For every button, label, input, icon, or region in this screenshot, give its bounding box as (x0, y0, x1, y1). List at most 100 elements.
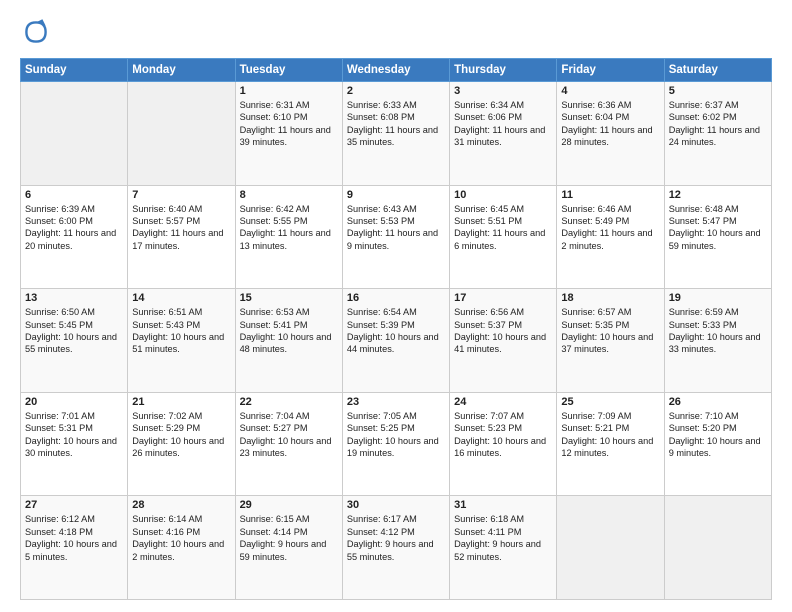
cell-content: Sunrise: 6:51 AMSunset: 5:43 PMDaylight:… (132, 306, 230, 356)
day-number: 13 (25, 292, 123, 304)
cell-content: Sunrise: 6:33 AMSunset: 6:08 PMDaylight:… (347, 99, 445, 149)
calendar-cell: 3 Sunrise: 6:34 AMSunset: 6:06 PMDaylight… (450, 82, 557, 186)
day-number: 9 (347, 189, 445, 201)
cell-content: Sunrise: 6:37 AMSunset: 6:02 PMDaylight:… (669, 99, 767, 149)
calendar-cell (664, 496, 771, 600)
calendar-cell: 30 Sunrise: 6:17 AMSunset: 4:12 PMDayligh… (342, 496, 449, 600)
logo (20, 16, 56, 48)
calendar-cell: 22 Sunrise: 7:04 AMSunset: 5:27 PMDayligh… (235, 392, 342, 496)
calendar-cell: 29Sunrise: 6:15 AMSunset: 4:14 PMDayligh… (235, 496, 342, 600)
calendar-cell: 14 Sunrise: 6:51 AMSunset: 5:43 PMDayligh… (128, 289, 235, 393)
week-row-1: 1 Sunrise: 6:31 AMSunset: 6:10 PMDaylight… (21, 82, 772, 186)
cell-content: Sunrise: 6:14 AMSunset: 4:16 PMDaylight:… (132, 513, 230, 563)
calendar-cell: 28 Sunrise: 6:14 AMSunset: 4:16 PMDayligh… (128, 496, 235, 600)
day-number: 21 (132, 396, 230, 408)
cell-content: Sunrise: 6:59 AMSunset: 5:33 PMDaylight:… (669, 306, 767, 356)
calendar-cell: 15Sunrise: 6:53 AMSunset: 5:41 PMDayligh… (235, 289, 342, 393)
day-number: 20 (25, 396, 123, 408)
header (20, 16, 772, 48)
calendar-cell: 18Sunrise: 6:57 AMSunset: 5:35 PMDayligh… (557, 289, 664, 393)
calendar-cell: 26 Sunrise: 7:10 AMSunset: 5:20 PMDayligh… (664, 392, 771, 496)
cell-content: Sunrise: 7:02 AMSunset: 5:29 PMDaylight:… (132, 410, 230, 460)
cell-content: Sunrise: 6:39 AMSunset: 6:00 PMDaylight:… (25, 203, 123, 253)
calendar-cell: 17Sunrise: 6:56 AMSunset: 5:37 PMDayligh… (450, 289, 557, 393)
calendar-cell: 1 Sunrise: 6:31 AMSunset: 6:10 PMDaylight… (235, 82, 342, 186)
day-number: 14 (132, 292, 230, 304)
cell-content: Sunrise: 6:12 AMSunset: 4:18 PMDaylight:… (25, 513, 123, 563)
cell-content: Sunrise: 6:56 AMSunset: 5:37 PMDaylight:… (454, 306, 552, 356)
cell-content: Sunrise: 7:10 AMSunset: 5:20 PMDaylight:… (669, 410, 767, 460)
day-number: 4 (561, 85, 659, 97)
cell-content: Sunrise: 6:34 AMSunset: 6:06 PMDaylight:… (454, 99, 552, 149)
day-number: 26 (669, 396, 767, 408)
cell-content: Sunrise: 7:07 AMSunset: 5:23 PMDaylight:… (454, 410, 552, 460)
week-row-3: 13 Sunrise: 6:50 AMSunset: 5:45 PMDayligh… (21, 289, 772, 393)
weekday-header-wednesday: Wednesday (342, 59, 449, 82)
cell-content: Sunrise: 7:09 AMSunset: 5:21 PMDaylight:… (561, 410, 659, 460)
calendar-cell: 11 Sunrise: 6:46 AMSunset: 5:49 PMDayligh… (557, 185, 664, 289)
calendar-cell: 19 Sunrise: 6:59 AMSunset: 5:33 PMDayligh… (664, 289, 771, 393)
cell-content: Sunrise: 6:43 AMSunset: 5:53 PMDaylight:… (347, 203, 445, 253)
cell-content: Sunrise: 6:31 AMSunset: 6:10 PMDaylight:… (240, 99, 338, 149)
cell-content: Sunrise: 6:36 AMSunset: 6:04 PMDaylight:… (561, 99, 659, 149)
week-row-2: 6Sunrise: 6:39 AMSunset: 6:00 PMDaylight… (21, 185, 772, 289)
calendar-cell: 16 Sunrise: 6:54 AMSunset: 5:39 PMDayligh… (342, 289, 449, 393)
calendar-cell: 10 Sunrise: 6:45 AMSunset: 5:51 PMDayligh… (450, 185, 557, 289)
calendar-cell: 7 Sunrise: 6:40 AMSunset: 5:57 PMDaylight… (128, 185, 235, 289)
calendar-cell: 5 Sunrise: 6:37 AMSunset: 6:02 PMDaylight… (664, 82, 771, 186)
day-number: 24 (454, 396, 552, 408)
day-number: 25 (561, 396, 659, 408)
week-row-4: 20 Sunrise: 7:01 AMSunset: 5:31 PMDayligh… (21, 392, 772, 496)
calendar-cell: 20 Sunrise: 7:01 AMSunset: 5:31 PMDayligh… (21, 392, 128, 496)
cell-content: Sunrise: 6:45 AMSunset: 5:51 PMDaylight:… (454, 203, 552, 253)
calendar-cell: 6Sunrise: 6:39 AMSunset: 6:00 PMDaylight… (21, 185, 128, 289)
calendar-cell: 9 Sunrise: 6:43 AMSunset: 5:53 PMDaylight… (342, 185, 449, 289)
calendar-cell (557, 496, 664, 600)
day-number: 12 (669, 189, 767, 201)
day-number: 18 (561, 292, 659, 304)
cell-content: Sunrise: 6:17 AMSunset: 4:12 PMDaylight:… (347, 513, 445, 563)
day-number: 31 (454, 499, 552, 511)
calendar-cell: 8Sunrise: 6:42 AMSunset: 5:55 PMDaylight… (235, 185, 342, 289)
day-number: 3 (454, 85, 552, 97)
cell-content: Sunrise: 6:46 AMSunset: 5:49 PMDaylight:… (561, 203, 659, 253)
cell-content: Sunrise: 6:54 AMSunset: 5:39 PMDaylight:… (347, 306, 445, 356)
day-number: 5 (669, 85, 767, 97)
weekday-header-sunday: Sunday (21, 59, 128, 82)
logo-icon (20, 16, 52, 48)
day-number: 29 (240, 499, 338, 511)
cell-content: Sunrise: 6:42 AMSunset: 5:55 PMDaylight:… (240, 203, 338, 253)
day-number: 30 (347, 499, 445, 511)
day-number: 16 (347, 292, 445, 304)
calendar-cell: 13 Sunrise: 6:50 AMSunset: 5:45 PMDayligh… (21, 289, 128, 393)
day-number: 22 (240, 396, 338, 408)
cell-content: Sunrise: 6:50 AMSunset: 5:45 PMDaylight:… (25, 306, 123, 356)
cell-content: Sunrise: 7:04 AMSunset: 5:27 PMDaylight:… (240, 410, 338, 460)
calendar-cell: 21 Sunrise: 7:02 AMSunset: 5:29 PMDayligh… (128, 392, 235, 496)
day-number: 23 (347, 396, 445, 408)
day-number: 10 (454, 189, 552, 201)
calendar-cell: 4 Sunrise: 6:36 AMSunset: 6:04 PMDaylight… (557, 82, 664, 186)
week-row-5: 27 Sunrise: 6:12 AMSunset: 4:18 PMDayligh… (21, 496, 772, 600)
page: SundayMondayTuesdayWednesdayThursdayFrid… (0, 0, 792, 612)
calendar-cell: 2 Sunrise: 6:33 AMSunset: 6:08 PMDaylight… (342, 82, 449, 186)
day-number: 7 (132, 189, 230, 201)
cell-content: Sunrise: 7:05 AMSunset: 5:25 PMDaylight:… (347, 410, 445, 460)
cell-content: Sunrise: 7:01 AMSunset: 5:31 PMDaylight:… (25, 410, 123, 460)
cell-content: Sunrise: 6:40 AMSunset: 5:57 PMDaylight:… (132, 203, 230, 253)
day-number: 11 (561, 189, 659, 201)
day-number: 1 (240, 85, 338, 97)
weekday-header-saturday: Saturday (664, 59, 771, 82)
day-number: 19 (669, 292, 767, 304)
calendar-cell: 27 Sunrise: 6:12 AMSunset: 4:18 PMDayligh… (21, 496, 128, 600)
day-number: 28 (132, 499, 230, 511)
calendar-cell: 12 Sunrise: 6:48 AMSunset: 5:47 PMDayligh… (664, 185, 771, 289)
calendar-cell: 31Sunrise: 6:18 AMSunset: 4:11 PMDayligh… (450, 496, 557, 600)
day-number: 27 (25, 499, 123, 511)
calendar-table: SundayMondayTuesdayWednesdayThursdayFrid… (20, 58, 772, 600)
calendar-cell: 25 Sunrise: 7:09 AMSunset: 5:21 PMDayligh… (557, 392, 664, 496)
day-number: 2 (347, 85, 445, 97)
weekday-header-tuesday: Tuesday (235, 59, 342, 82)
cell-content: Sunrise: 6:48 AMSunset: 5:47 PMDaylight:… (669, 203, 767, 253)
weekday-header-friday: Friday (557, 59, 664, 82)
